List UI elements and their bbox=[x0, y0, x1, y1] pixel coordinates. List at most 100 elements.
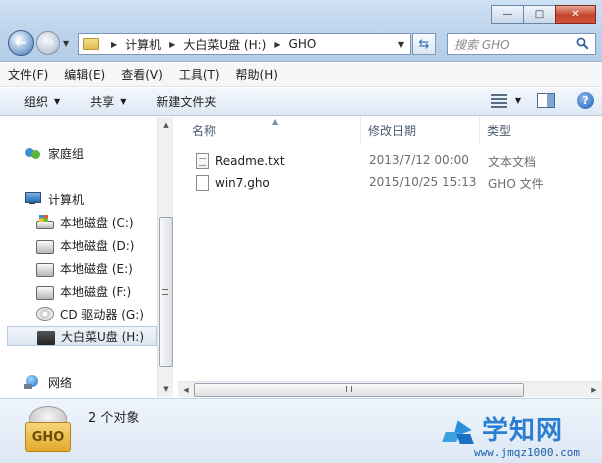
watermark: 学知网 www.jmqz1000.com bbox=[442, 410, 596, 460]
menu-help[interactable]: 帮助(H) bbox=[236, 66, 278, 83]
forward-button[interactable]: → bbox=[36, 31, 60, 55]
watermark-logo-icon bbox=[442, 416, 474, 446]
menu-edit[interactable]: 编辑(E) bbox=[64, 66, 105, 83]
sidebar-item-cd-drive-g[interactable]: CD 驱动器 (G:) bbox=[36, 304, 144, 324]
chevron-down-icon: ▼ bbox=[120, 97, 127, 106]
windows-drive-icon bbox=[36, 215, 54, 229]
navigation-pane-scrollbar[interactable]: ▲ ▼ bbox=[157, 117, 173, 397]
sidebar-item-drive-d[interactable]: 本地磁盘 (D:) bbox=[36, 235, 134, 255]
column-divider[interactable] bbox=[360, 117, 361, 143]
file-type: 文本文档 bbox=[488, 155, 537, 169]
sidebar-item-drive-f[interactable]: 本地磁盘 (F:) bbox=[36, 281, 131, 301]
column-header-label: 类型 bbox=[487, 123, 512, 138]
scroll-right-icon[interactable]: ▶ bbox=[586, 382, 602, 398]
sort-ascending-icon: ▲ bbox=[272, 117, 279, 126]
search-icon[interactable] bbox=[576, 37, 589, 50]
cd-drive-icon bbox=[36, 307, 54, 321]
help-icon[interactable]: ? bbox=[577, 92, 594, 109]
sidebar-item-homegroup[interactable]: 家庭组 bbox=[24, 143, 84, 163]
scroll-down-icon[interactable]: ▼ bbox=[158, 381, 174, 397]
file-list-scrollbar[interactable]: ◀ ▶ bbox=[178, 381, 602, 397]
sidebar-item-drive-e[interactable]: 本地磁盘 (E:) bbox=[36, 258, 133, 278]
watermark-url: www.jmqz1000.com bbox=[474, 446, 580, 459]
search-placeholder: 搜索 GHO bbox=[454, 37, 510, 52]
breadcrumb-usb-drive[interactable]: 大白菜U盘 (H:) bbox=[181, 36, 268, 53]
file-list: ▲ 名称 修改日期 类型 Readme.txt 2013/7/12 00:00 … bbox=[174, 117, 602, 397]
window-chrome: — □ ✕ ← → ▼ ▶ 计算机 ▶ 大白菜U盘 (H:) ▶ GHO ▼ ⇆… bbox=[0, 0, 602, 62]
file-name: Readme.txt bbox=[215, 154, 285, 168]
breadcrumb-gho[interactable]: GHO bbox=[287, 37, 319, 51]
search-input[interactable]: 搜索 GHO bbox=[447, 33, 596, 55]
close-button[interactable]: ✕ bbox=[555, 5, 596, 24]
address-history-chevron-down-icon[interactable]: ▼ bbox=[398, 40, 404, 49]
sidebar-item-network[interactable]: 网络 bbox=[24, 372, 72, 392]
gho-icon-label: GHO bbox=[25, 422, 71, 452]
scrollbar-grip-icon bbox=[162, 289, 168, 295]
breadcrumb-computer[interactable]: 计算机 bbox=[123, 36, 163, 53]
menu-tools[interactable]: 工具(T) bbox=[179, 66, 220, 83]
column-header-date[interactable]: 修改日期 bbox=[368, 117, 416, 143]
chevron-right-icon[interactable]: ▶ bbox=[274, 40, 280, 49]
chevron-right-icon[interactable]: ▶ bbox=[111, 40, 117, 49]
hard-drive-icon bbox=[36, 239, 54, 254]
sidebar-item-computer[interactable]: 计算机 bbox=[24, 189, 84, 209]
sidebar-item-drive-c[interactable]: 本地磁盘 (C:) bbox=[36, 212, 134, 232]
sidebar-item-label: 计算机 bbox=[48, 192, 85, 207]
computer-icon bbox=[24, 192, 42, 206]
refresh-icon: ⇆ bbox=[418, 36, 430, 52]
homegroup-icon bbox=[24, 146, 42, 160]
hard-drive-icon bbox=[36, 285, 54, 300]
menu-file[interactable]: 文件(F) bbox=[8, 66, 48, 83]
command-bar: 组织 ▼ 共享 ▼ 新建文件夹 ▼ ? bbox=[0, 88, 602, 116]
scrollbar-thumb[interactable] bbox=[194, 383, 524, 397]
address-bar[interactable]: ▶ 计算机 ▶ 大白菜U盘 (H:) ▶ GHO ▼ bbox=[78, 33, 411, 55]
sidebar-item-label: 本地磁盘 (D:) bbox=[60, 238, 135, 253]
minimize-button[interactable]: — bbox=[491, 5, 524, 24]
column-header-label: 修改日期 bbox=[368, 123, 417, 138]
file-icon bbox=[196, 175, 209, 191]
file-type: GHO 文件 bbox=[488, 177, 544, 191]
column-divider[interactable] bbox=[479, 117, 480, 143]
view-options-icon[interactable] bbox=[490, 93, 507, 108]
network-icon bbox=[24, 375, 42, 389]
sidebar-item-usb-drive-h[interactable]: 大白菜U盘 (H:) bbox=[7, 326, 157, 346]
sidebar-item-label: 家庭组 bbox=[48, 146, 85, 161]
hard-drive-icon bbox=[36, 262, 54, 277]
watermark-brand: 学知网 bbox=[482, 416, 564, 446]
new-folder-label: 新建文件夹 bbox=[156, 95, 217, 109]
file-row[interactable]: Readme.txt 2013/7/12 00:00 文本文档 bbox=[174, 150, 602, 172]
navigation-buttons: ← → ▼ bbox=[8, 30, 69, 56]
view-options-chevron-down-icon[interactable]: ▼ bbox=[515, 96, 521, 105]
sidebar-item-label: 本地磁盘 (C:) bbox=[60, 215, 134, 230]
column-header-label: 名称 bbox=[192, 123, 217, 138]
refresh-button[interactable]: ⇆ bbox=[412, 33, 436, 55]
menu-bar: 文件(F) 编辑(E) 查看(V) 工具(T) 帮助(H) bbox=[0, 63, 602, 87]
file-date: 2015/10/25 15:13 bbox=[369, 175, 477, 189]
arrow-right-icon: → bbox=[42, 35, 54, 51]
column-header-type[interactable]: 类型 bbox=[487, 117, 511, 143]
chevron-right-icon[interactable]: ▶ bbox=[169, 40, 175, 49]
scroll-left-icon[interactable]: ◀ bbox=[178, 382, 194, 398]
file-row[interactable]: win7.gho 2015/10/25 15:13 GHO 文件 bbox=[174, 172, 602, 194]
scrollbar-grip-icon bbox=[346, 386, 352, 392]
column-header-name[interactable]: 名称 bbox=[192, 117, 216, 143]
object-count: 2 个对象 bbox=[88, 411, 140, 426]
recent-pages-chevron-down-icon[interactable]: ▼ bbox=[63, 39, 69, 48]
sidebar-item-label: 网络 bbox=[48, 375, 73, 390]
maximize-button[interactable]: □ bbox=[523, 5, 556, 24]
sidebar-item-label: 本地磁盘 (F:) bbox=[60, 284, 132, 299]
text-document-icon bbox=[196, 153, 209, 169]
chevron-down-icon: ▼ bbox=[54, 97, 61, 106]
share-button[interactable]: 共享 ▼ bbox=[90, 93, 126, 110]
organize-button[interactable]: 组织 ▼ bbox=[24, 93, 60, 110]
share-label: 共享 bbox=[90, 95, 115, 109]
menu-view[interactable]: 查看(V) bbox=[121, 66, 163, 83]
back-button[interactable]: ← bbox=[8, 30, 34, 56]
preview-pane-icon[interactable] bbox=[537, 93, 555, 108]
scroll-up-icon[interactable]: ▲ bbox=[158, 117, 174, 133]
window-controls: — □ ✕ bbox=[491, 5, 596, 24]
new-folder-button[interactable]: 新建文件夹 bbox=[156, 93, 216, 110]
arrow-left-icon: ← bbox=[15, 35, 27, 51]
sidebar-item-label: 本地磁盘 (E:) bbox=[60, 261, 133, 276]
file-name: win7.gho bbox=[215, 176, 270, 190]
